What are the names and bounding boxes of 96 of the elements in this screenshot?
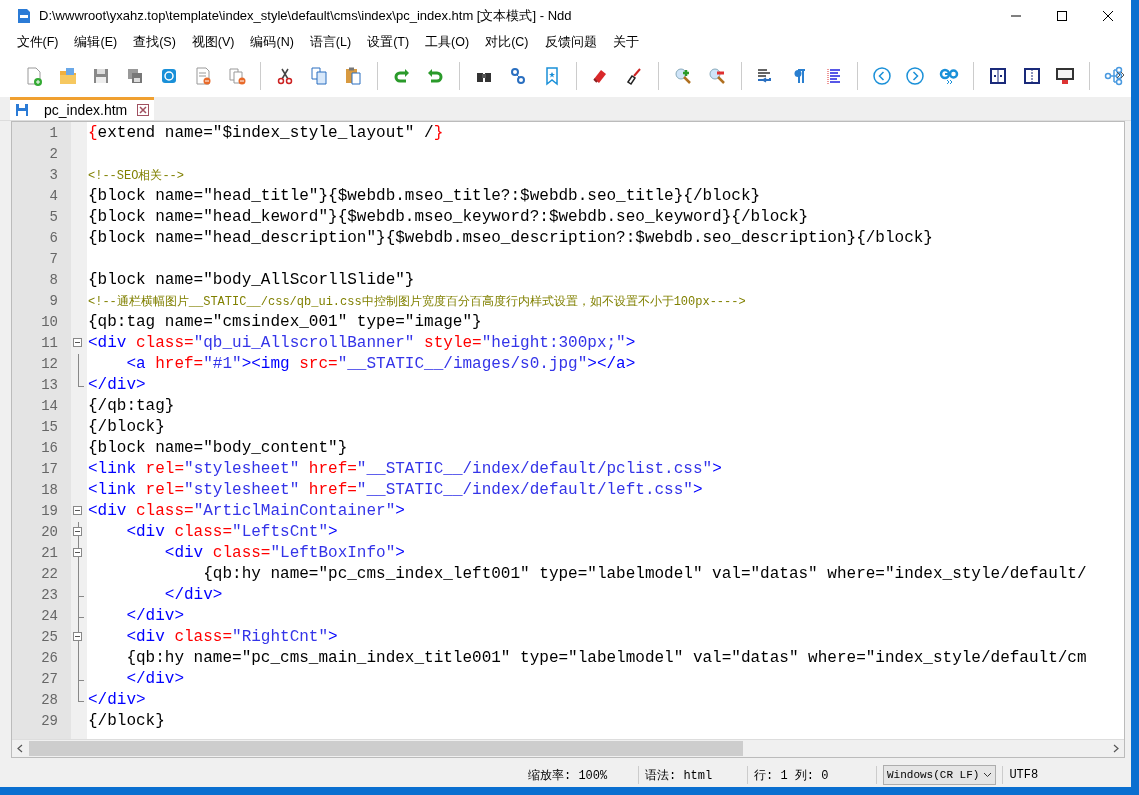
menu-item[interactable]: 视图(V) xyxy=(184,34,242,52)
monitor-icon[interactable] xyxy=(1055,65,1076,86)
file-icon xyxy=(17,7,31,24)
compare-columns-icon[interactable] xyxy=(987,65,1008,86)
line-number: 13 xyxy=(40,375,59,395)
line-ending-dropdown[interactable]: Windows(CR LF) xyxy=(883,765,997,786)
line-number: 8 xyxy=(48,270,59,290)
line-number: 3 xyxy=(48,165,59,185)
menu-item[interactable]: 语言(L) xyxy=(302,34,359,52)
maximize-icon[interactable] xyxy=(1057,10,1067,21)
close-icon[interactable] xyxy=(1103,10,1113,21)
code-line: {qb:tag name="cmsindex_001" type="image"} xyxy=(87,311,483,333)
code-line: <div class="RightCnt"> xyxy=(125,626,339,648)
line-number: 21 xyxy=(40,543,59,563)
line-number: 12 xyxy=(40,354,59,374)
code-line: {block name="head_description"}{$webdb.mseo_description?:$webdb.seo_description}{/block} xyxy=(87,227,934,249)
code-line: {extend name="$index_style_layout" /} xyxy=(87,122,445,144)
line-number: 5 xyxy=(48,207,59,227)
line-number: 19 xyxy=(40,501,59,521)
code-line: {/block} xyxy=(87,416,166,438)
code-line: </div> xyxy=(87,374,147,396)
code-line: {qb:hy name="pc_cms_index_left001" type="labelmodel" val="datas" where="index_style/default/ xyxy=(202,563,1088,585)
zoom-in-icon[interactable] xyxy=(672,65,693,86)
code-line: <div class="ArticlMainContainer"> xyxy=(87,500,406,522)
fold-toggle-icon[interactable] xyxy=(73,526,82,536)
code-line: </div> xyxy=(125,668,185,690)
line-number: 22 xyxy=(40,564,59,584)
code-line: <div class="LeftBoxInfo"> xyxy=(163,542,406,564)
syntax-label: 语法: html xyxy=(645,767,714,784)
line-number: 16 xyxy=(40,438,59,458)
menu-item[interactable]: 反馈问题 xyxy=(537,34,604,52)
line-number: 25 xyxy=(40,627,59,647)
save-icon xyxy=(16,103,28,116)
code-line: <a href="#1"><img src="__STATIC__/images/s0.jpg"></a> xyxy=(125,353,637,375)
menu-item[interactable]: 查找(S) xyxy=(125,34,184,52)
code-line: {/qb:tag} xyxy=(87,395,176,417)
code-line: {qb:hy name="pc_cms_main_index_title001" type="labelmodel" val="datas" where="index_style/default/cm xyxy=(125,647,1088,669)
code-line: {/block} xyxy=(87,710,166,732)
split-view-icon[interactable] xyxy=(1021,65,1042,86)
previous-circle-icon[interactable] xyxy=(871,65,892,86)
line-number: 14 xyxy=(40,396,59,416)
encoding-label: UTF8 xyxy=(1009,768,1039,783)
line-number: 28 xyxy=(40,690,59,710)
line-number: 4 xyxy=(48,186,59,206)
zoom-level: 缩放率: 100% xyxy=(527,767,609,784)
code-comment: <!--通栏横幅图片__STATIC__/css/qb_ui.css中控制图片宽度百分百高度行内样式设置，如不设置不小于100px----> xyxy=(87,293,747,311)
code-line: {block name="body_content"} xyxy=(87,437,349,459)
line-number: 1 xyxy=(48,123,59,143)
line-number: 7 xyxy=(48,249,59,269)
close-all-icon[interactable] xyxy=(226,65,247,86)
cursor-position: 行: 1 列: 0 xyxy=(754,767,830,784)
line-number: 27 xyxy=(40,669,59,689)
fold-toggle-icon[interactable] xyxy=(73,505,82,515)
code-line: </div> xyxy=(163,584,224,606)
copy-icon[interactable] xyxy=(309,65,330,86)
line-number: 18 xyxy=(40,480,59,500)
line-number: 6 xyxy=(48,228,59,248)
scrollbar-thumb[interactable] xyxy=(29,741,743,757)
code-comment: <!--SEO相关--> xyxy=(87,167,185,185)
menu-item[interactable]: 编码(N) xyxy=(243,34,302,52)
menu-item[interactable]: 编辑(E) xyxy=(66,34,125,52)
code-line: </div> xyxy=(87,689,147,711)
code-line: <div class="LeftsCnt"> xyxy=(125,521,339,543)
code-line: {block name="body_AllScorllSlide"} xyxy=(87,269,416,291)
window-title: D:\wwwroot\yxahz.top\template\index_style\default\cms\index\pc_index.htm [文本模式] - Ndd xyxy=(39,6,573,25)
next-circle-icon[interactable] xyxy=(905,65,926,86)
code-line: {block name="head_title"}{$webdb.mseo_title?:$webdb.seo_title}{/block} xyxy=(87,185,762,207)
code-line: <div class="qb_ui_AllscrollBanner" style="height:300px;"> xyxy=(87,332,637,354)
fold-toggle-icon[interactable] xyxy=(73,547,82,557)
line-number: 2 xyxy=(48,144,59,164)
code-line: <link rel="stylesheet" href="__STATIC__/index/default/pclist.css"> xyxy=(87,458,723,480)
line-number: 20 xyxy=(40,522,59,542)
code-line: </div> xyxy=(125,605,185,627)
line-number: 23 xyxy=(40,585,59,605)
fold-toggle-icon[interactable] xyxy=(73,337,82,347)
zoom-out-icon[interactable] xyxy=(706,65,727,86)
caret-icon xyxy=(983,772,993,779)
line-number: 24 xyxy=(40,606,59,626)
line-number: 17 xyxy=(40,459,59,479)
menu-item[interactable]: 关于 xyxy=(605,34,646,52)
more-chevron-icon[interactable] xyxy=(1117,70,1125,79)
line-number: 9 xyxy=(48,291,59,311)
line-number: 15 xyxy=(40,417,59,437)
line-number: 29 xyxy=(40,711,59,731)
menu-item[interactable]: 设置(T) xyxy=(359,34,417,52)
line-number: 26 xyxy=(40,648,59,668)
menu-item[interactable]: 工具(O) xyxy=(417,34,477,52)
menu-item[interactable]: 文件(F) xyxy=(9,34,66,52)
menu-item[interactable]: 对比(C) xyxy=(477,34,536,52)
tree-icon[interactable] xyxy=(1104,65,1125,86)
line-number: 11 xyxy=(40,333,59,353)
file-tab[interactable]: pc_index.htm xyxy=(10,96,155,120)
fold-toggle-icon[interactable] xyxy=(73,631,82,641)
code-line: <link rel="stylesheet" href="__STATIC__/index/default/left.css"> xyxy=(87,479,704,501)
line-number: 10 xyxy=(40,312,59,332)
code-line: {block name="head_keword"}{$webdb.mseo_keyword?:$webdb.seo_keyword}{/block} xyxy=(87,206,810,228)
